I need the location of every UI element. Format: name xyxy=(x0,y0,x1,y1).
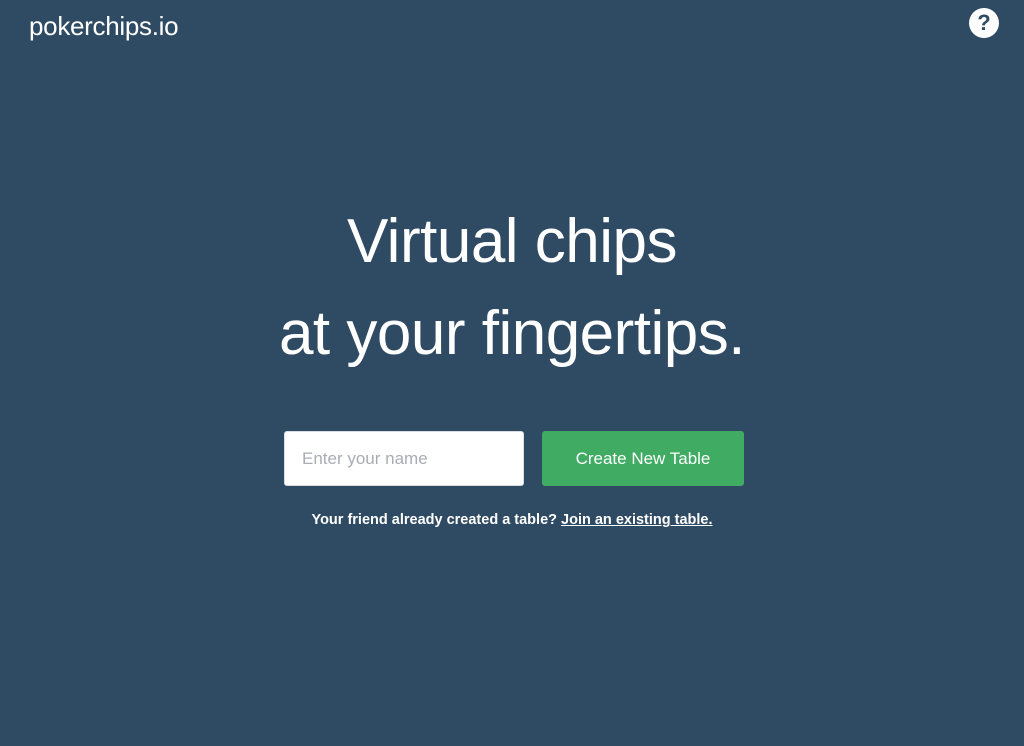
join-existing-table-link[interactable]: Join an existing table. xyxy=(561,512,712,528)
join-table-prompt: Your friend already created a table? Joi… xyxy=(0,510,1024,530)
hero-headline: Virtual chips at your fingertips. xyxy=(0,196,1024,380)
create-new-table-button[interactable]: Create New Table xyxy=(542,431,744,486)
join-prompt-text: Your friend already created a table? xyxy=(311,512,557,528)
site-logo[interactable]: pokerchips.io xyxy=(29,10,179,42)
name-input[interactable] xyxy=(284,431,524,486)
help-question-icon[interactable]: ? xyxy=(969,8,999,38)
hero-line-1: Virtual chips xyxy=(346,207,678,276)
hero-line-2: at your fingertips. xyxy=(278,299,746,368)
landing-page: pokerchips.io ? Virtual chips at your fi… xyxy=(0,0,1024,746)
